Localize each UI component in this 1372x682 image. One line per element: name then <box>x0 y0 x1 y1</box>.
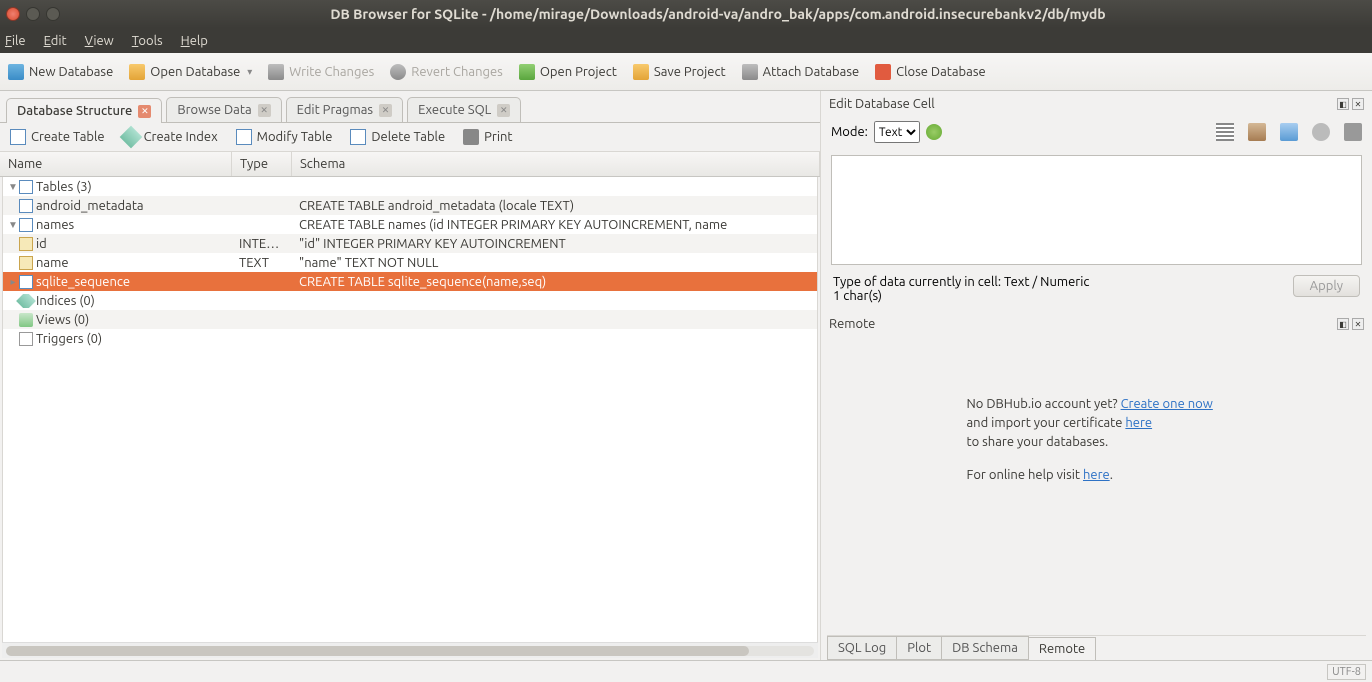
import-icon[interactable] <box>1248 123 1266 141</box>
export-icon[interactable] <box>1280 123 1298 141</box>
menu-view[interactable]: View <box>85 34 114 48</box>
folder-icon <box>129 64 145 80</box>
tab-close-icon[interactable]: ✕ <box>497 104 510 117</box>
window-minimize-button[interactable] <box>26 7 40 21</box>
tab-database-structure[interactable]: Database Structure✕ <box>6 98 162 123</box>
tree-row[interactable]: ▼namesCREATE TABLE names (id INTEGER PRI… <box>3 215 817 234</box>
tab-sql-log[interactable]: SQL Log <box>827 636 897 660</box>
create-index-button[interactable]: Create Index <box>123 129 218 145</box>
attach-database-button[interactable]: Attach Database <box>742 64 860 80</box>
window-close-button[interactable] <box>6 7 20 21</box>
save-icon <box>268 64 284 80</box>
tree-row[interactable]: Views (0) <box>3 310 817 329</box>
close-database-button[interactable]: Close Database <box>875 64 986 80</box>
modify-table-button[interactable]: Modify Table <box>236 129 333 145</box>
tab-browse-data[interactable]: Browse Data✕ <box>166 97 281 122</box>
open-database-button[interactable]: Open Database▾ <box>129 64 252 80</box>
column-header-name[interactable]: Name <box>0 152 232 176</box>
tree-row[interactable]: ▼Tables (3) <box>3 177 817 196</box>
cell-type-info: Type of data currently in cell: Text / N… <box>833 275 1089 289</box>
menu-file[interactable]: File <box>5 34 26 48</box>
modify-icon <box>236 129 252 145</box>
project-open-icon <box>519 64 535 80</box>
create-account-link[interactable]: Create one now <box>1121 397 1213 411</box>
tree-header: Name Type Schema <box>0 152 820 177</box>
database-icon <box>8 64 24 80</box>
main-tabs: Database Structure✕ Browse Data✕ Edit Pr… <box>0 91 820 122</box>
tab-edit-pragmas[interactable]: Edit Pragmas✕ <box>286 97 403 122</box>
print-icon <box>463 129 479 145</box>
revert-changes-button[interactable]: Revert Changes <box>390 64 503 80</box>
apply-button[interactable]: Apply <box>1293 275 1360 297</box>
tab-close-icon[interactable]: ✕ <box>379 104 392 117</box>
save-project-button[interactable]: Save Project <box>633 64 726 80</box>
tab-execute-sql[interactable]: Execute SQL✕ <box>407 97 521 122</box>
edit-cell-panel-title: Edit Database Cell ◧✕ <box>827 95 1366 113</box>
mode-label: Mode: <box>831 125 868 139</box>
printer-icon[interactable] <box>1344 123 1362 141</box>
index-icon <box>119 126 142 149</box>
menu-edit[interactable]: Edit <box>44 34 67 48</box>
tab-db-schema[interactable]: DB Schema <box>941 636 1029 660</box>
print-button[interactable]: Print <box>463 129 512 145</box>
tab-remote[interactable]: Remote <box>1028 637 1096 660</box>
encoding-indicator: UTF-8 <box>1327 664 1366 680</box>
attach-icon <box>742 64 758 80</box>
panel-undock-icon[interactable]: ◧ <box>1337 98 1349 110</box>
tab-close-icon[interactable]: ✕ <box>258 104 271 117</box>
tree-row[interactable]: idINTE…"id" INTEGER PRIMARY KEY AUTOINCR… <box>3 234 817 253</box>
remote-panel-title: Remote ◧✕ <box>827 315 1366 333</box>
open-project-button[interactable]: Open Project <box>519 64 617 80</box>
window-titlebar: DB Browser for SQLite - /home/mirage/Dow… <box>0 0 1372 28</box>
null-icon[interactable] <box>1312 123 1330 141</box>
tree-row[interactable]: ▸sqlite_sequenceCREATE TABLE sqlite_sequ… <box>3 272 817 291</box>
chevron-down-icon: ▾ <box>247 66 252 78</box>
column-header-type[interactable]: Type <box>232 152 292 176</box>
panel-close-icon[interactable]: ✕ <box>1352 98 1364 110</box>
bottom-tabs: SQL Log Plot DB Schema Remote <box>827 635 1366 660</box>
tree-row[interactable]: Triggers (0) <box>3 329 817 348</box>
cell-char-count: 1 char(s) <box>833 289 1089 303</box>
remote-body: No DBHub.io account yet? Create one now … <box>827 335 1366 633</box>
tab-close-icon[interactable]: ✕ <box>138 105 151 118</box>
panel-undock-icon[interactable]: ◧ <box>1337 318 1349 330</box>
list-icon[interactable] <box>1216 123 1234 141</box>
write-changes-button[interactable]: Write Changes <box>268 64 374 80</box>
main-toolbar: New Database Open Database▾ Write Change… <box>0 53 1372 91</box>
panel-close-icon[interactable]: ✕ <box>1352 318 1364 330</box>
online-help-link[interactable]: here <box>1083 468 1110 482</box>
table-icon <box>10 129 26 145</box>
tree-row[interactable]: Indices (0) <box>3 291 817 310</box>
import-cert-link[interactable]: here <box>1125 416 1152 430</box>
revert-icon <box>390 64 406 80</box>
window-maximize-button[interactable] <box>46 7 60 21</box>
tab-plot[interactable]: Plot <box>896 636 942 660</box>
new-database-button[interactable]: New Database <box>8 64 113 80</box>
project-save-icon <box>633 64 649 80</box>
column-header-schema[interactable]: Schema <box>292 152 820 176</box>
mode-select[interactable]: Text <box>874 121 920 143</box>
horizontal-scrollbar[interactable] <box>2 642 818 658</box>
tree-body[interactable]: ▼Tables (3)android_metadataCREATE TABLE … <box>2 177 818 642</box>
cell-editor[interactable] <box>831 155 1362 265</box>
refresh-icon[interactable] <box>926 124 942 140</box>
window-title: DB Browser for SQLite - /home/mirage/Dow… <box>70 6 1366 22</box>
menu-bar: File Edit View Tools Help <box>0 28 1372 53</box>
tree-row[interactable]: android_metadataCREATE TABLE android_met… <box>3 196 817 215</box>
menu-tools[interactable]: Tools <box>132 34 163 48</box>
close-icon <box>875 64 891 80</box>
delete-table-button[interactable]: Delete Table <box>350 129 445 145</box>
delete-icon <box>350 129 366 145</box>
tree-row[interactable]: nameTEXT"name" TEXT NOT NULL <box>3 253 817 272</box>
menu-help[interactable]: Help <box>181 34 208 48</box>
structure-toolbar: Create Table Create Index Modify Table D… <box>0 122 820 152</box>
status-bar: UTF-8 <box>0 660 1372 682</box>
create-table-button[interactable]: Create Table <box>10 129 105 145</box>
